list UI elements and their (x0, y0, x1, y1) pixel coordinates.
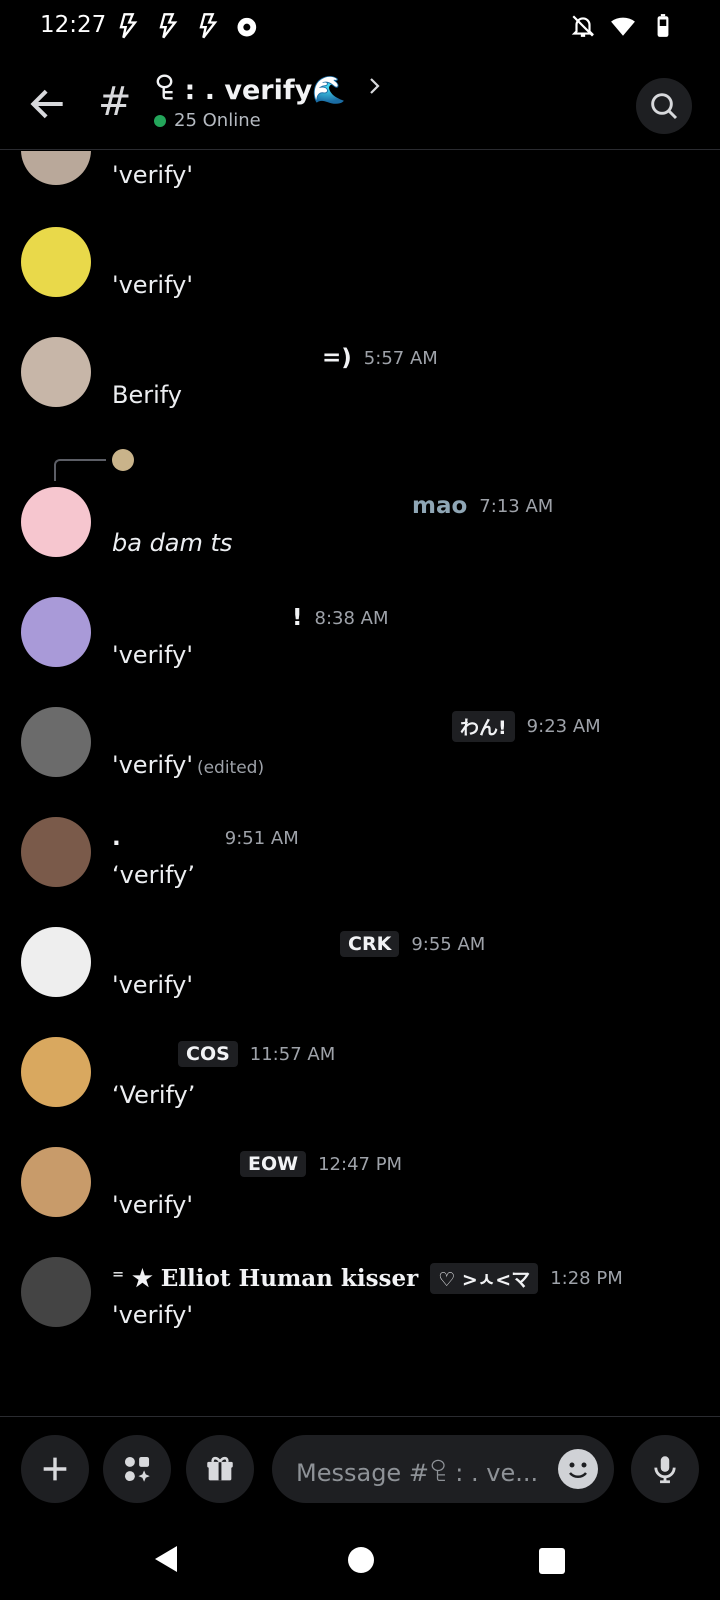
bolt-icon (199, 13, 218, 39)
online-dot-icon (154, 114, 166, 127)
message-timestamp: 8:38 AM (314, 607, 389, 629)
emoji-icon[interactable] (558, 1449, 598, 1489)
gift-button[interactable] (186, 1435, 254, 1503)
bolt-icon (119, 13, 138, 39)
message-meta: mao 7:13 AM (112, 493, 553, 519)
nav-back-icon[interactable] (153, 1544, 179, 1574)
bell-off-icon (571, 15, 595, 37)
apps-icon (124, 1456, 150, 1482)
message-timestamp: 9:51 AM (224, 827, 299, 849)
system-nav-bar (0, 1520, 720, 1600)
message-content: Berify (112, 381, 182, 409)
back-arrow-icon[interactable] (26, 82, 70, 126)
message-list[interactable]: 'verify' 'verify' =) 5:57 AM Berify mao … (0, 151, 720, 1416)
message-timestamp: 7:13 AM (479, 495, 554, 517)
message-meta: CRK 9:55 AM (112, 931, 485, 957)
message-content: 'verify' (112, 271, 193, 299)
status-time: 12:27 (40, 12, 107, 38)
edited-label: (edited) (196, 758, 265, 778)
gift-icon (207, 1456, 233, 1481)
message-meta: COS 11:57 AM (112, 1041, 335, 1067)
message-content: 'verify' (112, 161, 193, 189)
search-icon (651, 93, 678, 120)
message-input[interactable]: Message #ꄗ : . ve... (272, 1435, 614, 1503)
message-author[interactable]: ! (292, 605, 303, 631)
avatar[interactable] (21, 927, 91, 997)
avatar[interactable] (21, 1147, 91, 1217)
role-tag[interactable]: わん! (452, 711, 515, 742)
reply-avatar[interactable] (112, 449, 134, 471)
avatar[interactable] (21, 337, 91, 407)
battery-icon (657, 14, 669, 37)
message-composer: Message #ꄗ : . ve... (0, 1416, 720, 1516)
avatar[interactable] (21, 487, 91, 557)
avatar[interactable] (21, 817, 91, 887)
message-content: ‘Verify’ (112, 1081, 196, 1109)
message-author[interactable]: =) (322, 345, 352, 371)
message-meta: EOW 12:47 PM (112, 1151, 402, 1177)
avatar[interactable] (21, 597, 91, 667)
voice-message-button[interactable] (631, 1435, 699, 1503)
message-content: 'verify' (edited) (112, 751, 264, 779)
nav-recents-icon[interactable] (539, 1548, 565, 1574)
avatar[interactable] (21, 1037, 91, 1107)
message-author[interactable]: mao (412, 493, 467, 519)
bolt-icon (159, 13, 178, 39)
online-count: 25 Online (174, 110, 261, 131)
message-timestamp: 1:28 PM (550, 1268, 623, 1289)
message-content: ‘verify’ (112, 861, 195, 889)
chevron-right-icon[interactable] (362, 74, 386, 98)
add-attachment-button[interactable] (21, 1435, 89, 1503)
message-text: 'verify' (112, 751, 193, 779)
search-button[interactable] (636, 78, 692, 134)
record-icon (237, 17, 257, 37)
role-tag[interactable]: CRK (340, 931, 400, 957)
apps-button[interactable] (103, 1435, 171, 1503)
avatar[interactable] (21, 151, 91, 185)
role-tag[interactable]: EOW (240, 1151, 307, 1177)
mic-icon (654, 1456, 676, 1484)
avatar[interactable] (21, 227, 91, 297)
message-content: 'verify' (112, 971, 193, 999)
message-meta: =) 5:57 AM (112, 345, 438, 371)
message-meta: ! 8:38 AM (112, 605, 389, 631)
status-right-icons (570, 13, 676, 39)
role-tag[interactable]: COS (178, 1041, 238, 1067)
message-timestamp: 5:57 AM (363, 347, 438, 369)
hash-icon: # (98, 79, 132, 125)
reply-connector (54, 459, 106, 481)
channel-name[interactable]: ꄗ : . verify🌊 (154, 70, 346, 106)
message-content: ba dam ts (112, 529, 233, 557)
message-content: 'verify' (112, 1191, 193, 1219)
message-timestamp: 9:23 AM (526, 716, 601, 737)
message-meta: ⁼ ★ Elliot Human kisser ♡ >ㅅ<マ 1:28 PM (112, 1263, 623, 1294)
message-meta: わん! 9:23 AM (112, 711, 601, 742)
message-meta: . 9:51 AM (112, 825, 299, 851)
message-timestamp: 11:57 AM (249, 1043, 336, 1065)
plus-icon (43, 1457, 67, 1481)
nav-home-icon[interactable] (348, 1547, 374, 1573)
status-left-icons (114, 12, 262, 40)
online-status: 25 Online (154, 110, 261, 131)
status-bar: 12:27 (0, 0, 720, 52)
message-timestamp: 9:55 AM (411, 933, 486, 955)
message-content: 'verify' (112, 641, 193, 669)
message-input-placeholder: Message #ꄗ : . ve... (296, 1459, 539, 1487)
avatar[interactable] (21, 707, 91, 777)
message-author[interactable]: ⁼ ★ Elliot Human kisser (112, 1265, 418, 1292)
smile-icon (569, 1462, 587, 1478)
message-author[interactable]: . (112, 825, 121, 851)
avatar[interactable] (21, 1257, 91, 1327)
message-timestamp: 12:47 PM (318, 1153, 403, 1175)
wifi-icon (611, 17, 635, 36)
role-tag[interactable]: ♡ >ㅅ<マ (430, 1263, 539, 1294)
message-content: 'verify' (112, 1301, 193, 1329)
channel-header: # ꄗ : . verify🌊 25 Online (0, 52, 720, 150)
